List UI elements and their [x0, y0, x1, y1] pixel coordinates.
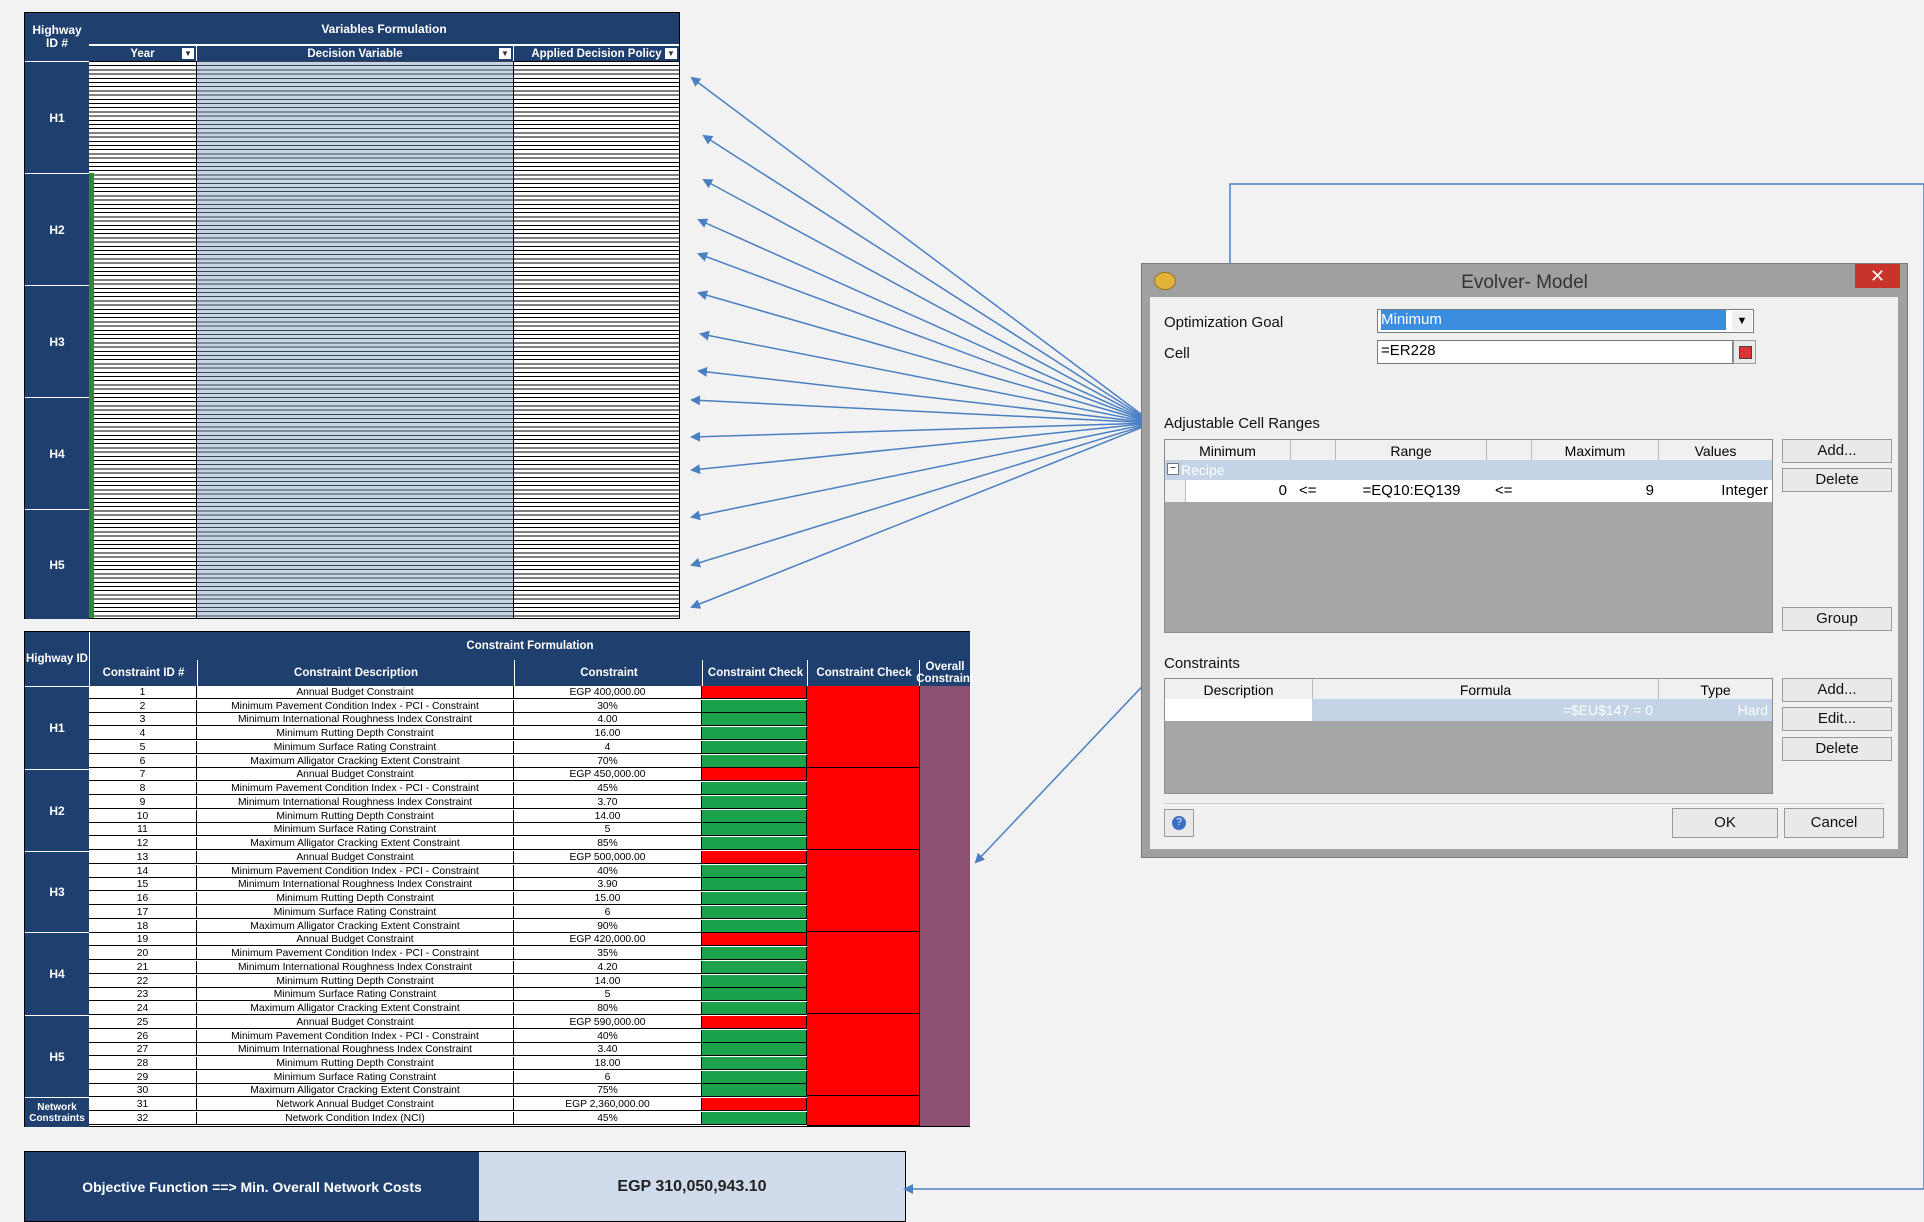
select-range-icon — [1739, 346, 1752, 359]
constraint-type-cell[interactable]: Hard — [1659, 699, 1768, 721]
dialog-titlebar[interactable]: Evolver- Model ✕ — [1142, 264, 1907, 297]
adjustable-cell-ranges-label: Adjustable Cell Ranges — [1164, 415, 1320, 432]
adj-header-op2 — [1487, 440, 1532, 460]
cell-picker-button[interactable] — [1733, 340, 1756, 364]
ok-button[interactable]: OK — [1672, 808, 1778, 838]
recipe-label: Recipe — [1181, 462, 1225, 478]
dialog-body: Optimization Goal Minimum ▼ Cell =ER228 … — [1150, 297, 1898, 849]
help-icon: ? — [1172, 816, 1186, 830]
con-header-formula: Formula — [1313, 679, 1659, 699]
group-button[interactable]: Group — [1782, 607, 1892, 631]
optimization-goal-select[interactable]: Minimum ▼ — [1377, 309, 1754, 333]
constraint-description-cell[interactable] — [1165, 699, 1312, 721]
range-cells-value[interactable]: =EQ10:EQ139 — [1336, 480, 1487, 502]
range-max-value[interactable]: 9 — [1532, 480, 1654, 502]
constraints-grid[interactable]: Description Formula Type =$EU$147 = 0 Ha… — [1164, 678, 1773, 794]
adj-header-minimum: Minimum — [1165, 440, 1291, 460]
dialog-title: Evolver- Model — [1461, 272, 1588, 293]
range-values-type[interactable]: Integer — [1659, 480, 1768, 502]
adj-header-range: Range — [1336, 440, 1487, 460]
adjustable-ranges-grid[interactable]: Minimum Range Maximum Values − Recipe 0 … — [1164, 439, 1773, 633]
edit-constraint-button[interactable]: Edit... — [1782, 707, 1892, 731]
optimization-goal-label: Optimization Goal — [1164, 314, 1284, 331]
constraints-label: Constraints — [1164, 655, 1240, 672]
evolver-model-dialog: Evolver- Model ✕ Optimization Goal Minim… — [1141, 263, 1908, 858]
cell-label: Cell — [1164, 345, 1190, 362]
add-range-button[interactable]: Add... — [1782, 439, 1892, 463]
cancel-button[interactable]: Cancel — [1784, 808, 1884, 838]
range-op1: <= — [1299, 482, 1317, 499]
delete-range-button[interactable]: Delete — [1782, 468, 1892, 492]
range-min-value[interactable]: 0 — [1185, 480, 1287, 502]
adj-header-maximum: Maximum — [1532, 440, 1659, 460]
con-header-description: Description — [1165, 679, 1313, 699]
constraint-formula-cell[interactable]: =$EU$147 = 0 — [1313, 699, 1653, 721]
help-button[interactable]: ? — [1164, 809, 1194, 837]
chevron-down-icon[interactable]: ▼ — [1732, 311, 1752, 331]
recipe-group-row[interactable]: − Recipe — [1165, 460, 1772, 480]
con-header-type: Type — [1659, 679, 1772, 699]
close-button[interactable]: ✕ — [1855, 264, 1900, 288]
collapse-icon[interactable]: − — [1167, 463, 1179, 475]
adj-header-values: Values — [1659, 440, 1772, 460]
adj-header-op1 — [1291, 440, 1336, 460]
delete-constraint-button[interactable]: Delete — [1782, 737, 1892, 761]
range-op2: <= — [1495, 482, 1513, 499]
cell-reference-input[interactable]: =ER228 — [1377, 340, 1733, 364]
constraint-row[interactable]: =$EU$147 = 0 Hard — [1165, 699, 1772, 721]
recipe-range-row[interactable]: 0 <= =EQ10:EQ139 <= 9 Integer — [1165, 480, 1772, 502]
goal-selected-value: Minimum — [1381, 310, 1726, 330]
add-constraint-button[interactable]: Add... — [1782, 678, 1892, 702]
